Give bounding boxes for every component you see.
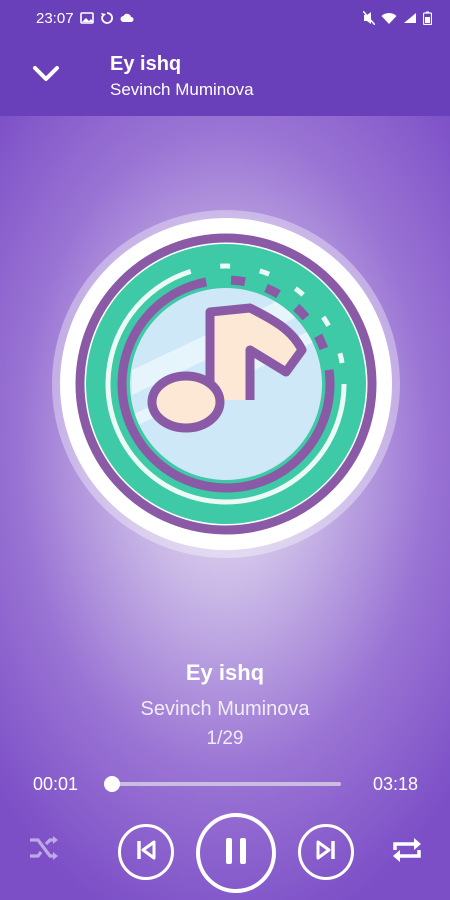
previous-button[interactable]	[118, 824, 174, 880]
gallery-icon	[79, 12, 94, 24]
seek-bar[interactable]	[104, 776, 341, 792]
signal-icon	[403, 12, 417, 24]
seek-bar-thumb[interactable]	[104, 776, 121, 792]
music-note-icon	[52, 210, 400, 558]
status-time: 23:07	[36, 9, 74, 27]
status-left: 23:07	[36, 10, 134, 27]
sync-icon	[100, 11, 114, 25]
pause-icon	[223, 836, 249, 871]
status-bar: 23:07	[0, 0, 450, 36]
playback-controls	[0, 810, 450, 894]
total-time: 03:18	[372, 774, 418, 794]
header: Ey ishq Sevinch Muminova	[0, 36, 450, 116]
collapse-player-button[interactable]	[16, 46, 76, 106]
repeat-button[interactable]	[386, 832, 428, 872]
next-button[interactable]	[298, 824, 354, 880]
shuffle-icon	[28, 834, 60, 867]
mute-icon	[363, 11, 375, 25]
header-artist: Sevinch Muminova	[110, 79, 254, 99]
track-index: 1/29	[206, 728, 244, 749]
song-title: Ey ishq	[185, 660, 265, 685]
wifi-icon	[381, 12, 397, 25]
header-title: Ey ishq	[110, 52, 182, 75]
chevron-down-icon	[32, 65, 60, 88]
progress-row: 00:01 03:18	[0, 770, 450, 798]
battery-icon	[423, 11, 432, 25]
shuffle-button[interactable]	[24, 830, 64, 870]
status-right	[363, 11, 432, 25]
current-time: 00:01	[33, 774, 79, 794]
cloud-icon	[120, 13, 134, 23]
skip-previous-icon	[135, 839, 157, 866]
song-artist: Sevinch Muminova	[140, 698, 310, 720]
play-pause-button[interactable]	[196, 813, 276, 893]
header-text: Ey ishq Sevinch Muminova	[110, 53, 254, 100]
album-art	[52, 210, 400, 558]
skip-next-icon	[315, 839, 337, 866]
repeat-icon	[390, 834, 424, 871]
